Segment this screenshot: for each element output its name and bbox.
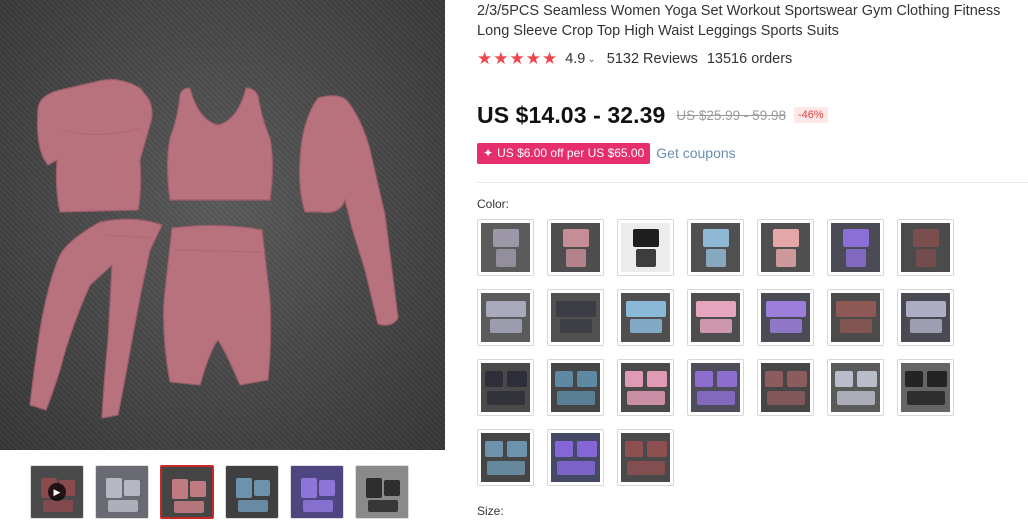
color-option[interactable]: [827, 359, 884, 416]
color-option[interactable]: [547, 429, 604, 486]
color-option[interactable]: [547, 219, 604, 276]
short-sleeve-top-shape: [36, 78, 153, 213]
color-option[interactable]: [477, 359, 534, 416]
color-option[interactable]: [617, 289, 674, 346]
color-option[interactable]: [827, 289, 884, 346]
color-option-image: [831, 293, 880, 342]
color-option-image: [761, 293, 810, 342]
color-option-image: [901, 293, 950, 342]
color-option-image: [551, 293, 600, 342]
color-option-image: [481, 223, 530, 272]
play-icon[interactable]: ▶: [48, 483, 66, 501]
current-price: US $14.03 - 32.39: [477, 101, 666, 128]
color-option-image: [481, 433, 530, 482]
thumb-purple-set[interactable]: [290, 465, 344, 519]
color-option[interactable]: [687, 359, 744, 416]
color-option-image: [831, 363, 880, 412]
color-option[interactable]: [477, 289, 534, 346]
color-option-image: [901, 363, 950, 412]
color-option[interactable]: [897, 219, 954, 276]
color-option[interactable]: [757, 359, 814, 416]
thumb-black-set[interactable]: [355, 465, 409, 519]
color-option[interactable]: [617, 429, 674, 486]
thumb-video[interactable]: ▶: [30, 465, 84, 519]
color-option-image: [831, 223, 880, 272]
product-photo-graphic: [29, 78, 399, 419]
color-option-image: [481, 363, 530, 412]
reviews-count[interactable]: 5132 Reviews: [607, 51, 698, 67]
color-option-image: [551, 223, 600, 272]
color-option[interactable]: [897, 359, 954, 416]
color-option-image: [621, 223, 670, 272]
thumb-grey-set[interactable]: [95, 465, 149, 519]
orders-count: 13516 orders: [706, 51, 793, 67]
divider: [477, 182, 1028, 183]
original-price: US $25.99 - 59.98: [676, 107, 786, 123]
color-option-image: [551, 433, 600, 482]
main-product-image[interactable]: [0, 0, 445, 450]
color-option-image: [691, 293, 740, 342]
color-option[interactable]: [617, 359, 674, 416]
coupon-text: US $6.00 off per US $65.00: [497, 145, 645, 160]
color-option[interactable]: [687, 289, 744, 346]
long-sleeve-top-shape: [298, 95, 399, 326]
sports-bra-shape: [166, 87, 274, 201]
thumb-blue-set[interactable]: [225, 465, 279, 519]
discount-badge: -46%: [793, 107, 828, 123]
chevron-down-icon[interactable]: ⌄: [587, 54, 595, 65]
color-option-image: [621, 433, 670, 482]
thumbnail-image: [226, 466, 278, 518]
thumbnail-strip: ▶: [30, 465, 409, 519]
plus-icon: ✦: [483, 145, 494, 160]
leggings-shape: [29, 218, 163, 419]
color-label: Color:: [477, 197, 510, 211]
rating-row: ★★★★★ 4.9 ⌄ 5132 Reviews 13516 orders: [477, 49, 792, 69]
color-option[interactable]: [617, 219, 674, 276]
color-option[interactable]: [477, 219, 534, 276]
thumb-pink-set[interactable]: [160, 465, 214, 519]
color-option[interactable]: [757, 219, 814, 276]
shorts-shape: [163, 224, 272, 386]
color-option-image: [621, 293, 670, 342]
thumbnail-image: [96, 466, 148, 518]
color-option-image: [551, 363, 600, 412]
color-option-image: [691, 223, 740, 272]
price-row: US $14.03 - 32.39 US $25.99 - 59.98 -46%: [477, 101, 828, 129]
color-option[interactable]: [547, 359, 604, 416]
rating-value[interactable]: 4.9: [565, 51, 585, 67]
color-option-image: [901, 223, 950, 272]
color-option[interactable]: [687, 219, 744, 276]
thumbnail-image: [291, 466, 343, 518]
coupon-badge[interactable]: ✦ US $6.00 off per US $65.00: [477, 142, 651, 164]
color-option[interactable]: [757, 289, 814, 346]
color-option[interactable]: [547, 289, 604, 346]
color-option-image: [481, 293, 530, 342]
size-label: Size:: [477, 504, 504, 518]
product-title: 2/3/5PCS Seamless Women Yoga Set Workout…: [477, 3, 1001, 39]
coupon-row: ✦ US $6.00 off per US $65.00 Get coupons: [477, 142, 736, 164]
thumbnail-image: [162, 467, 212, 517]
rating-stars-icon: ★★★★★: [477, 49, 559, 68]
color-option-image: [621, 363, 670, 412]
color-option[interactable]: [897, 289, 954, 346]
color-option-image: [761, 363, 810, 412]
color-option[interactable]: [827, 219, 884, 276]
color-option-image: [761, 223, 810, 272]
color-option-image: [691, 363, 740, 412]
get-coupons-link[interactable]: Get coupons: [656, 145, 735, 161]
thumbnail-image: [356, 466, 408, 518]
color-option[interactable]: [477, 429, 534, 486]
